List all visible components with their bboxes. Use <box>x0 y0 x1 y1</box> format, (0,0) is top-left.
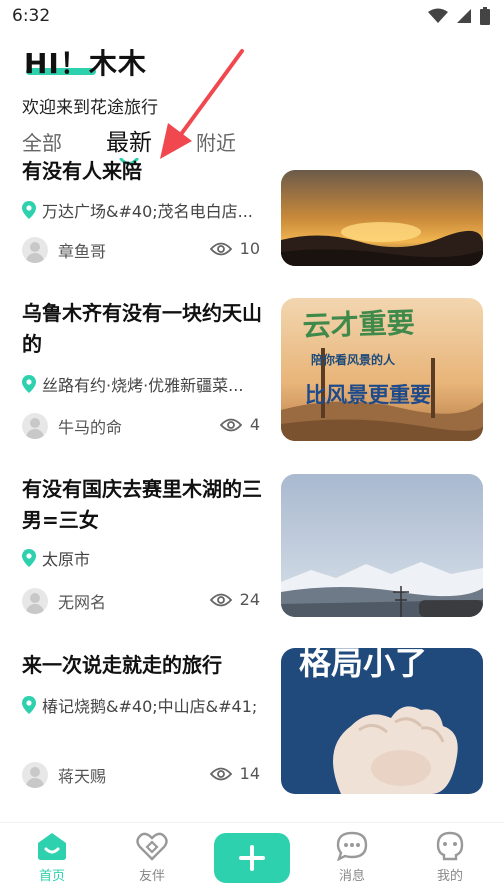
author-name: 无网名 <box>58 593 107 612</box>
author-name: 蒋天赐 <box>58 767 107 786</box>
author-name: 章鱼哥 <box>58 242 107 261</box>
post-author[interactable]: 无网名 <box>22 588 106 614</box>
post-thumbnail[interactable]: 云才重要 陪你看风景的人 比风景更重要 <box>281 298 483 441</box>
tab-label: 最新 <box>106 130 152 156</box>
greeting-text: HI！木木 <box>24 47 147 80</box>
tab-latest[interactable]: 最新 <box>106 128 152 165</box>
avatar <box>22 413 48 439</box>
post-location: 太原市 <box>22 546 262 570</box>
nav-label: 首页 <box>38 869 65 884</box>
profile-icon <box>436 831 464 861</box>
post-author[interactable]: 章鱼哥 <box>22 237 106 263</box>
view-count-text: 4 <box>249 415 260 434</box>
post-thumbnail[interactable] <box>281 170 483 266</box>
post-feed[interactable]: 有没有人来陪 万达广场&#40;茂名电白店... 章鱼哥 10 乌鲁木齐有没有一… <box>0 160 504 822</box>
sign-text-small: 陪你看风景的人 <box>311 352 396 367</box>
view-count: 14 <box>209 764 260 783</box>
avatar <box>22 588 48 614</box>
post-title: 有没有国庆去赛里木湖的三男=三女 <box>22 477 262 532</box>
sign-text-large-2: 比风景更重要 <box>305 383 431 407</box>
nav-label: 消息 <box>338 869 365 884</box>
location-pin-icon <box>22 549 36 567</box>
author-name: 牛马的命 <box>58 418 123 437</box>
location-text: 丝路有约·烧烤·优雅新疆菜... <box>42 376 244 395</box>
status-bar: 6:32 <box>0 0 504 34</box>
cartoon-fist-image: 格局小了 <box>281 648 483 794</box>
sign-text-large: 云才重要 <box>302 306 415 343</box>
nav-label: 我的 <box>436 869 463 884</box>
view-count-text: 10 <box>239 239 260 258</box>
eye-icon <box>209 242 232 255</box>
nav-profile[interactable]: 我的 <box>420 831 480 884</box>
post-location: 丝路有约·烧烤·优雅新疆菜... <box>22 372 262 396</box>
wifi-icon <box>428 8 448 23</box>
avatar <box>22 237 48 263</box>
post-card[interactable]: 乌鲁木齐有没有一块约天山的 丝路有约·烧烤·优雅新疆菜... 牛马的命 4 云才… <box>0 284 504 459</box>
location-pin-icon <box>22 375 36 393</box>
post-location: 万达广场&#40;茂名电白店... <box>22 198 262 222</box>
view-count: 24 <box>209 590 260 609</box>
chat-icon <box>336 831 368 861</box>
location-text: 太原市 <box>42 550 91 569</box>
post-card[interactable]: 有没有人来陪 万达广场&#40;茂名电白店... 章鱼哥 10 <box>0 160 504 266</box>
signal-icon <box>457 9 471 23</box>
greeting: HI！木木 <box>24 42 147 82</box>
view-count-text: 14 <box>239 764 260 783</box>
location-text: 万达广场&#40;茂名电白店... <box>42 202 253 221</box>
post-thumbnail[interactable] <box>281 474 483 617</box>
tab-label: 全部 <box>22 131 62 155</box>
view-count: 10 <box>209 239 260 258</box>
nav-label: 友伴 <box>138 869 165 884</box>
eye-icon <box>219 418 242 431</box>
post-author[interactable]: 牛马的命 <box>22 413 122 439</box>
snow-mountains-image <box>281 474 483 617</box>
location-pin-icon <box>22 201 36 219</box>
location-text: 椿记烧鹅&#40;中山店&#41; <box>42 697 258 716</box>
location-pin-icon <box>22 696 36 714</box>
post-title: 乌鲁木齐有没有一块约天山的 <box>22 301 262 356</box>
image-caption: 格局小了 <box>299 648 427 682</box>
view-count-text: 24 <box>239 590 260 609</box>
post-thumbnail[interactable]: 格局小了 <box>281 648 483 794</box>
post-card[interactable]: 来一次说走就走的旅行 椿记烧鹅&#40;中山店&#41; 蒋天赐 14 格局小了 <box>0 636 504 816</box>
post-title: 来一次说走就走的旅行 <box>22 653 222 677</box>
post-card[interactable]: 有没有国庆去赛里木湖的三男=三女 太原市 无网名 24 <box>0 460 504 635</box>
nav-home[interactable]: 首页 <box>22 831 82 884</box>
tab-all[interactable]: 全部 <box>22 128 62 158</box>
post-author[interactable]: 蒋天赐 <box>22 762 106 788</box>
eye-icon <box>209 767 232 780</box>
app-screen: 6:32 HI！木木 欢迎来到花途旅行 全部 最新 附近 有没有人来陪 万达广场… <box>0 0 504 894</box>
post-location: 椿记烧鹅&#40;中山店&#41; <box>22 693 262 717</box>
eye-icon <box>209 593 232 606</box>
battery-icon <box>480 7 490 25</box>
sign-landscape-image: 云才重要 陪你看风景的人 比风景更重要 <box>281 298 483 441</box>
plus-icon <box>239 845 265 871</box>
nav-partner[interactable]: 友伴 <box>122 831 182 884</box>
sunset-landscape-image <box>281 170 483 266</box>
status-time: 6:32 <box>12 6 51 26</box>
nav-messages[interactable]: 消息 <box>322 831 382 884</box>
annotation-arrow-icon <box>160 49 244 159</box>
add-post-button[interactable] <box>214 833 290 883</box>
heart-link-icon <box>136 832 168 861</box>
home-icon <box>38 833 66 860</box>
view-count: 4 <box>219 415 260 434</box>
bottom-nav: 首页 友伴 消息 我的 <box>0 822 504 894</box>
avatar <box>22 762 48 788</box>
status-icons <box>428 7 490 25</box>
welcome-text: 欢迎来到花途旅行 <box>22 98 158 118</box>
